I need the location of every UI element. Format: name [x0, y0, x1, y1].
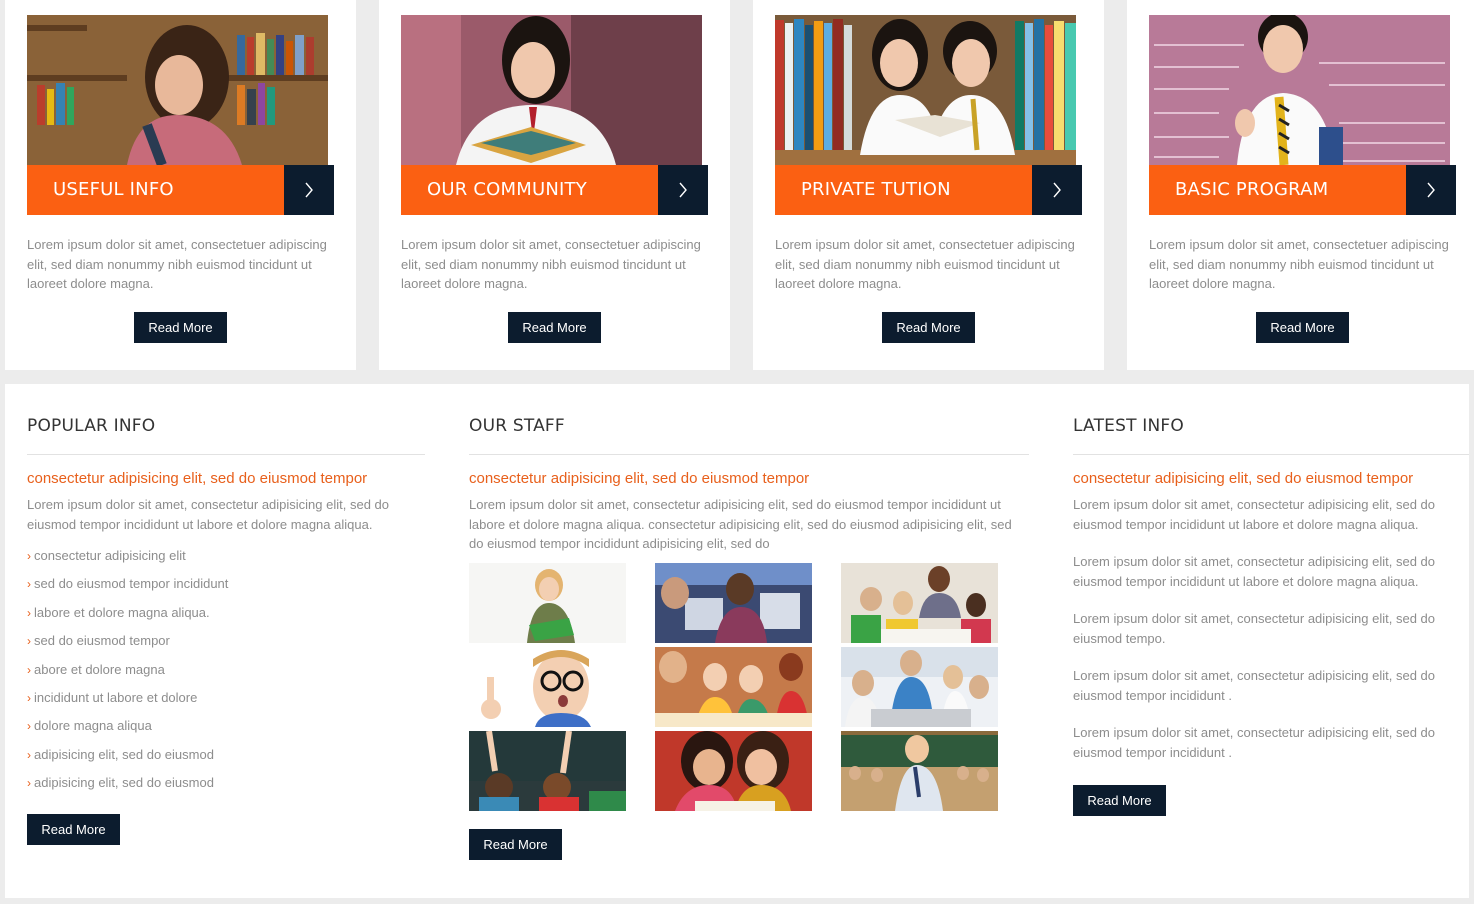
card-photo [27, 15, 328, 165]
read-more-button[interactable]: Read More [469, 829, 562, 860]
read-more-button[interactable]: Read More [1256, 312, 1349, 343]
latest-paragraph: Lorem ipsum dolor sit amet, consectetur … [1073, 611, 1436, 646]
card-arrow-button[interactable] [1032, 165, 1082, 215]
chevron-right-icon [1427, 182, 1435, 198]
card-our-community: OUR COMMUNITY Lorem ipsum dolor sit amet… [379, 0, 730, 370]
card-private-tution: PRIVATE TUTION Lorem ipsum dolor sit ame… [753, 0, 1104, 370]
chevron-right-icon: › [27, 577, 31, 592]
chevron-right-icon [305, 182, 313, 198]
section-subheading-link[interactable]: consectetur adipisicing elit, sed do eiu… [27, 470, 367, 487]
card-banner[interactable]: PRIVATE TUTION [775, 165, 1082, 215]
info-panel: POPULAR INFO consectetur adipisicing eli… [5, 384, 1469, 898]
card-title: PRIVATE TUTION [801, 179, 951, 200]
staff-photo[interactable] [469, 647, 626, 727]
card-title: OUR COMMUNITY [427, 179, 587, 200]
section-heading: OUR STAFF [469, 416, 565, 436]
staff-photo[interactable] [655, 731, 812, 811]
staff-photo[interactable] [841, 647, 998, 727]
staff-photo[interactable] [841, 731, 998, 811]
card-useful-info: USEFUL INFO Lorem ipsum dolor sit amet, … [5, 0, 356, 370]
list-item[interactable]: › adipisicing elit, sed do eiusmod [27, 748, 228, 776]
section-divider [1073, 454, 1469, 455]
read-more-button[interactable]: Read More [882, 312, 975, 343]
staff-photo[interactable] [469, 563, 626, 643]
list-item[interactable]: › labore et dolore magna aliqua. [27, 606, 228, 634]
card-banner[interactable]: USEFUL INFO [27, 165, 334, 215]
card-basic-program: BASIC PROGRAM Lorem ipsum dolor sit amet… [1127, 0, 1474, 370]
chevron-right-icon: › [27, 690, 31, 705]
card-photo [775, 15, 1076, 165]
card-arrow-button[interactable] [1406, 165, 1456, 215]
card-description: Lorem ipsum dolor sit amet, consectetuer… [27, 237, 327, 291]
chevron-right-icon [1053, 182, 1061, 198]
section-divider [469, 454, 1029, 455]
chevron-right-icon: › [27, 605, 31, 620]
list-item[interactable]: › adipisicing elit, sed do eiusmod [27, 776, 228, 804]
card-arrow-button[interactable] [658, 165, 708, 215]
card-banner[interactable]: OUR COMMUNITY [401, 165, 708, 215]
read-more-button[interactable]: Read More [27, 814, 120, 845]
staff-photo[interactable] [841, 563, 998, 643]
popular-list: › consectetur adipisicing elit › sed do ei… [27, 549, 228, 805]
list-item[interactable]: › sed do eiusmod tempor incididunt [27, 577, 228, 605]
list-item[interactable]: › dolore magna aliqua [27, 719, 228, 747]
section-subheading-link[interactable]: consectetur adipisicing elit, sed do eiu… [469, 470, 809, 487]
latest-paragraph: Lorem ipsum dolor sit amet, consectetur … [1073, 725, 1436, 760]
chevron-right-icon: › [27, 549, 31, 563]
staff-photo[interactable] [655, 647, 812, 727]
section-text: Lorem ipsum dolor sit amet, consectetur … [469, 497, 1012, 551]
list-item[interactable]: › consectetur adipisicing elit [27, 549, 228, 577]
list-item[interactable]: › sed do eiusmod tempor [27, 634, 228, 662]
read-more-button[interactable]: Read More [508, 312, 601, 343]
chevron-right-icon: › [27, 634, 31, 649]
chevron-right-icon: › [27, 719, 31, 734]
card-description: Lorem ipsum dolor sit amet, consectetuer… [775, 237, 1075, 291]
card-banner[interactable]: BASIC PROGRAM [1149, 165, 1456, 215]
card-arrow-button[interactable] [284, 165, 334, 215]
staff-photo[interactable] [655, 563, 812, 643]
section-heading: LATEST INFO [1073, 416, 1184, 436]
latest-paragraph: Lorem ipsum dolor sit amet, consectetur … [1073, 668, 1436, 703]
latest-paragraph: Lorem ipsum dolor sit amet, consectetur … [1073, 497, 1436, 532]
card-title: BASIC PROGRAM [1175, 179, 1329, 200]
staff-photo[interactable] [469, 731, 626, 811]
read-more-button[interactable]: Read More [134, 312, 227, 343]
card-title: USEFUL INFO [53, 179, 174, 200]
read-more-button[interactable]: Read More [1073, 785, 1166, 816]
list-item[interactable]: › abore et dolore magna [27, 663, 228, 691]
chevron-right-icon: › [27, 662, 31, 677]
card-photo [1149, 15, 1450, 165]
latest-paragraph: Lorem ipsum dolor sit amet, consectetur … [1073, 554, 1436, 589]
chevron-right-icon: › [27, 747, 31, 762]
section-subheading-link[interactable]: consectetur adipisicing elit, sed do eiu… [1073, 470, 1413, 487]
staff-photo-grid [469, 563, 1029, 811]
chevron-right-icon: › [27, 776, 31, 791]
list-item[interactable]: › incididunt ut labore et dolore [27, 691, 228, 719]
card-description: Lorem ipsum dolor sit amet, consectetuer… [1149, 237, 1449, 291]
card-photo [401, 15, 702, 165]
chevron-right-icon [679, 182, 687, 198]
section-divider [27, 454, 425, 455]
section-text: Lorem ipsum dolor sit amet, consectetur … [27, 497, 390, 532]
card-description: Lorem ipsum dolor sit amet, consectetuer… [401, 237, 701, 291]
section-heading: POPULAR INFO [27, 416, 156, 436]
